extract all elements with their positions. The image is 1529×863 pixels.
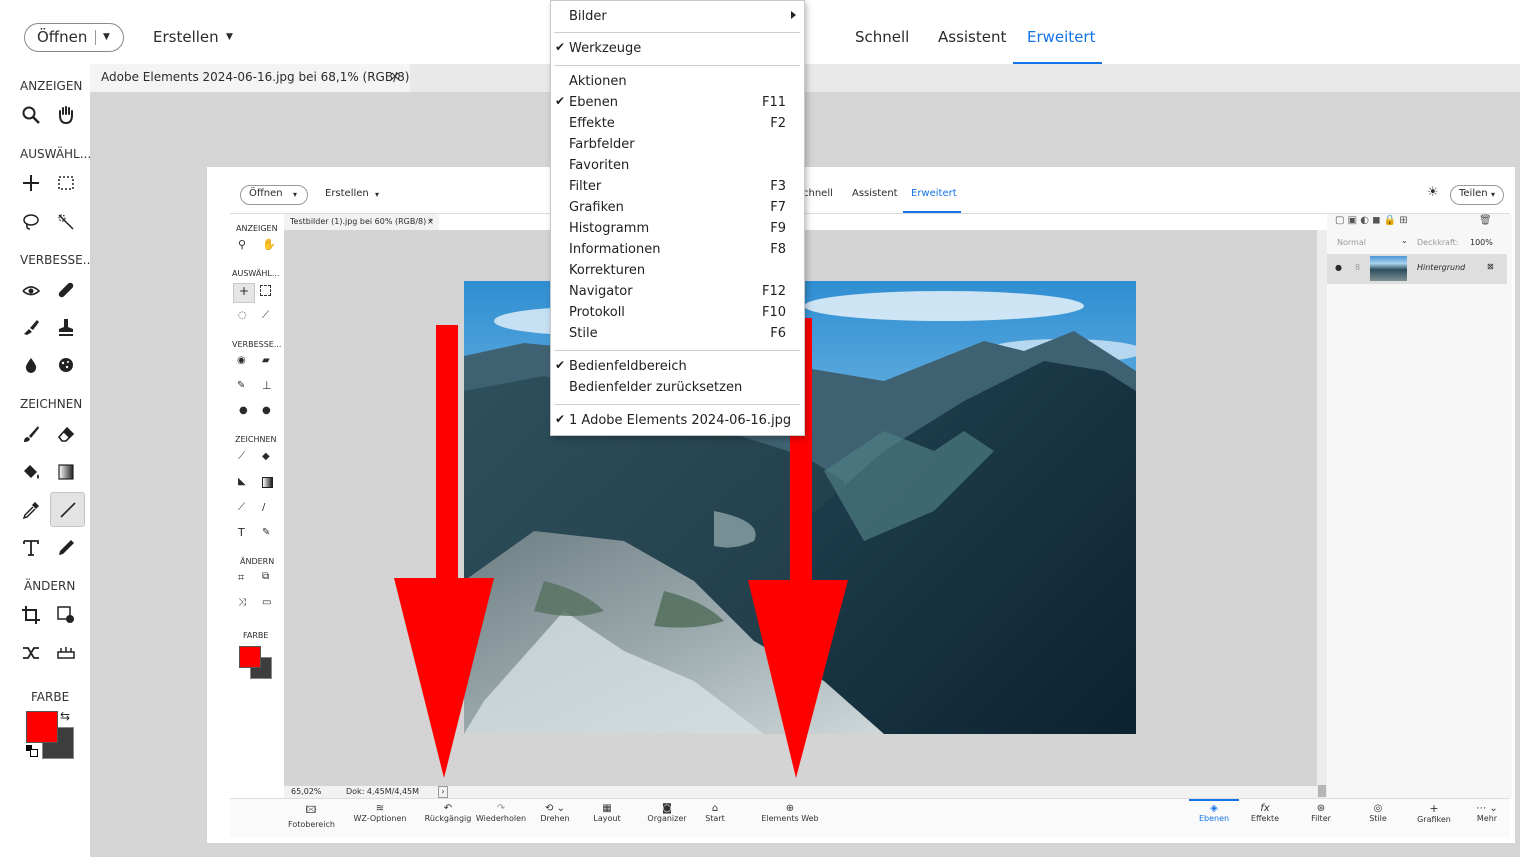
menu-item-favoriten[interactable]: Favoriten (551, 156, 804, 177)
menu-item-histogramm[interactable]: Histogramm F9 (551, 219, 804, 240)
menu-item-shortcut: F6 (770, 326, 786, 341)
menu-item-1-adobe-elements-2024-06-16-jpg[interactable]: ✔ 1 Adobe Elements 2024-06-16.jpg (551, 411, 804, 432)
menu-item-shortcut: F11 (761, 95, 786, 110)
menu-item-stile[interactable]: Stile F6 (551, 324, 804, 345)
menu-item-label: Korrekturen (569, 263, 646, 278)
menu-item-navigator[interactable]: Navigator F12 (551, 282, 804, 303)
menu-item-aktionen[interactable]: Aktionen (551, 72, 804, 93)
menu-item-effekte[interactable]: Effekte F2 (551, 114, 804, 135)
menu-item-korrekturen[interactable]: Korrekturen (551, 261, 804, 282)
menu-item-farbfelder[interactable]: Farbfelder (551, 135, 804, 156)
menu-item-label: Werkzeuge (569, 41, 642, 56)
menu-item-label: Farbfelder (569, 137, 635, 152)
menu-item-label: Stile (569, 326, 598, 341)
menu-item-label: Aktionen (569, 74, 627, 89)
menu-item-label: Effekte (569, 116, 615, 131)
menu-item-protokoll[interactable]: Protokoll F10 (551, 303, 804, 324)
menu-item-label: Favoriten (569, 158, 630, 173)
menu-item-label: Ebenen (569, 95, 618, 110)
menu-item-label: Bilder (569, 9, 607, 24)
checkmark-icon: ✔ (555, 412, 566, 426)
checkmark-icon: ✔ (555, 40, 566, 54)
menu-separator (554, 350, 800, 351)
menu-item-shortcut: F7 (770, 200, 786, 215)
menu-item-grafiken[interactable]: Grafiken F7 (551, 198, 804, 219)
menu-item-shortcut: F8 (770, 242, 786, 257)
menu-item-label: Filter (569, 179, 602, 194)
menu-separator (554, 32, 800, 33)
menu-item-label: 1 Adobe Elements 2024-06-16.jpg (569, 413, 792, 428)
menu-item-label: Histogramm (569, 221, 650, 236)
menu-item-label: Grafiken (569, 200, 624, 215)
menu-item-label: Informationen (569, 242, 661, 257)
menu-item-label: Navigator (569, 284, 633, 299)
menu-item-shortcut: F2 (770, 116, 786, 131)
checkmark-icon: ✔ (555, 358, 566, 372)
checkmark-icon: ✔ (555, 94, 566, 108)
menu-item-werkzeuge[interactable]: ✔ Werkzeuge (551, 39, 804, 60)
arrow-left (394, 325, 494, 778)
menu-item-shortcut: F9 (770, 221, 786, 236)
menu-item-label: Bedienfelder zurücksetzen (569, 380, 743, 395)
menu-separator (554, 404, 800, 405)
window-menu: Bilder ✔ Werkzeuge Aktionen ✔ Ebenen F11 Effekt… (550, 0, 805, 436)
menu-item-label: Bedienfeldbereich (569, 359, 687, 374)
menu-item-shortcut: F3 (770, 179, 786, 194)
menu-item-label: Protokoll (569, 305, 625, 320)
menu-item-shortcut: F10 (761, 305, 786, 320)
menu-item-filter[interactable]: Filter F3 (551, 177, 804, 198)
menu-item-bedienfeldbereich[interactable]: ✔ Bedienfeldbereich (551, 357, 804, 378)
menu-separator (554, 65, 800, 66)
menu-item-bedienfelder-zurücksetzen[interactable]: Bedienfelder zurücksetzen (551, 378, 804, 399)
menu-item-shortcut: F12 (761, 284, 786, 299)
menu-item-bilder[interactable]: Bilder (551, 7, 804, 28)
menu-item-ebenen[interactable]: ✔ Ebenen F11 (551, 93, 804, 114)
menu-item-informationen[interactable]: Informationen F8 (551, 240, 804, 261)
submenu-arrow-icon (791, 11, 796, 19)
